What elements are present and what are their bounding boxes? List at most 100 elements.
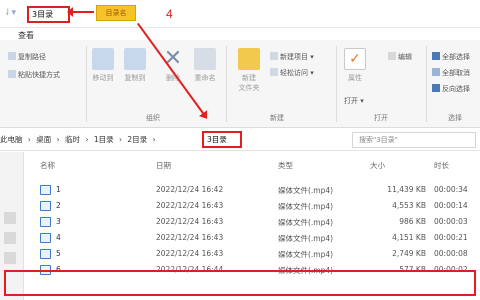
breadcrumb-separator: › <box>56 135 60 144</box>
file-type: 媒体文件(.mp4) <box>278 234 334 243</box>
annotation-callout: 目录名 <box>96 5 136 21</box>
nav-item-icon[interactable] <box>4 252 16 264</box>
copy-path-button[interactable]: 复制路径 <box>8 52 46 62</box>
nav-item-icon[interactable] <box>4 232 16 244</box>
move-to-icon <box>92 48 114 70</box>
group-label-organize: 组织 <box>146 114 160 122</box>
column-header-size[interactable]: 大小 <box>370 160 385 171</box>
new-item-icon <box>270 52 278 60</box>
column-header-date[interactable]: 日期 <box>156 160 171 171</box>
invert-selection-icon <box>432 84 440 92</box>
file-name: 5 <box>56 249 61 258</box>
file-duration: 00:00:21 <box>434 233 468 242</box>
quick-access-icon[interactable]: ⇃▾ <box>4 8 16 18</box>
breadcrumb-separator: › <box>152 135 156 144</box>
ribbon: 复制路径 粘贴快捷方式 移动到 复制到 ✕ 删除 重命名 组织 新建 文件夹 新… <box>0 40 480 128</box>
file-name: 2 <box>56 201 61 210</box>
column-header-name[interactable]: 名称 <box>40 160 55 171</box>
column-header-type[interactable]: 类型 <box>278 160 293 171</box>
group-label-select: 选择 <box>448 114 462 122</box>
rename-button[interactable]: 重命名 <box>190 48 220 83</box>
table-row[interactable]: 3 2022/12/24 16:43 媒体文件(.mp4) 986 KB 00:… <box>26 216 480 228</box>
file-date: 2022/12/24 16:43 <box>156 233 224 242</box>
select-none-button[interactable]: 全部取消 <box>432 68 470 78</box>
select-all-button[interactable]: 全部选择 <box>432 52 470 62</box>
file-size: 11,439 KB <box>387 185 426 194</box>
address-bar[interactable]: 此电脑 › 桌面 › 临时 › 1目录 › 2目录 › 3目录 搜索"3目录" <box>0 129 480 151</box>
column-header-duration[interactable]: 时长 <box>434 160 449 171</box>
breadcrumb-item[interactable]: 1目录 <box>94 135 114 144</box>
file-date: 2022/12/24 16:42 <box>156 185 224 194</box>
file-date: 2022/12/24 16:43 <box>156 201 224 210</box>
video-file-icon <box>40 201 51 211</box>
invert-selection-button[interactable]: 反向选择 <box>432 84 470 94</box>
file-name: 1 <box>56 185 61 194</box>
video-file-icon <box>40 249 51 259</box>
table-row[interactable]: 5 2022/12/24 16:43 媒体文件(.mp4) 2,749 KB 0… <box>26 248 480 260</box>
delete-button[interactable]: ✕ 删除 <box>158 48 188 83</box>
breadcrumb-item[interactable]: 桌面 <box>36 135 51 144</box>
select-none-icon <box>432 68 440 76</box>
title-bar: ⇃▾ 3目录 目录名 4 <box>0 0 480 28</box>
group-label-new: 新建 <box>270 114 284 122</box>
ribbon-divider <box>336 46 337 122</box>
video-file-icon <box>40 217 51 227</box>
file-duration: 00:00:14 <box>434 201 468 210</box>
breadcrumb-separator: › <box>119 135 123 144</box>
easy-access-icon <box>270 68 278 76</box>
table-row[interactable]: 1 2022/12/24 16:42 媒体文件(.mp4) 11,439 KB … <box>26 184 480 196</box>
copy-to-icon <box>124 48 146 70</box>
folder-icon <box>238 48 260 70</box>
search-input[interactable]: 搜索"3目录" <box>352 132 476 148</box>
new-folder-button[interactable]: 新建 文件夹 <box>232 48 266 93</box>
video-file-icon <box>40 233 51 243</box>
properties-button[interactable]: ✓ 属性 <box>340 48 370 83</box>
file-size: 2,749 KB <box>392 249 426 258</box>
breadcrumb-item[interactable]: 2目录 <box>127 135 147 144</box>
ribbon-divider <box>86 46 87 122</box>
breadcrumb-current[interactable]: 3目录 <box>202 131 242 148</box>
table-row[interactable]: 4 2022/12/24 16:43 媒体文件(.mp4) 4,151 KB 0… <box>26 232 480 244</box>
group-label-open: 打开 <box>374 114 388 122</box>
file-type: 媒体文件(.mp4) <box>278 202 334 211</box>
annotation-step-number: 4 <box>166 7 173 21</box>
video-file-icon <box>40 185 51 195</box>
file-duration: 00:00:08 <box>434 249 468 258</box>
annotation-arrow-left <box>67 7 94 17</box>
easy-access-button[interactable]: 轻松访问 ▾ <box>270 68 314 78</box>
open-button[interactable]: 打开 ▾ <box>344 96 364 106</box>
file-date: 2022/12/24 16:43 <box>156 249 224 258</box>
file-duration: 00:00:34 <box>434 185 468 194</box>
breadcrumb-item[interactable]: 临时 <box>65 135 80 144</box>
paste-shortcut-icon <box>8 70 16 78</box>
ribbon-divider <box>226 46 227 122</box>
edit-button[interactable]: 编辑 <box>388 52 412 62</box>
select-all-icon <box>432 52 440 60</box>
edit-icon <box>388 52 396 60</box>
copy-to-button[interactable]: 复制到 <box>120 48 150 83</box>
file-type: 媒体文件(.mp4) <box>278 186 334 195</box>
ribbon-divider <box>426 46 427 122</box>
copy-path-icon <box>8 52 16 60</box>
file-type: 媒体文件(.mp4) <box>278 218 334 227</box>
breadcrumb-separator: › <box>27 135 31 144</box>
file-type: 媒体文件(.mp4) <box>278 250 334 259</box>
file-date: 2022/12/24 16:43 <box>156 217 224 226</box>
breadcrumb: 此电脑 › 桌面 › 临时 › 1目录 › 2目录 › <box>0 134 159 145</box>
file-size: 4,553 KB <box>392 201 426 210</box>
file-size: 4,151 KB <box>392 233 426 242</box>
window-title: 3目录 <box>27 6 70 23</box>
rename-icon <box>194 48 216 70</box>
file-duration: 00:00:03 <box>434 217 468 226</box>
move-to-button[interactable]: 移动到 <box>88 48 118 83</box>
new-item-button[interactable]: 新建项目 ▾ <box>270 52 314 62</box>
breadcrumb-separator: › <box>85 135 89 144</box>
file-name: 4 <box>56 233 61 242</box>
paste-shortcut-button[interactable]: 粘贴快捷方式 <box>8 70 60 80</box>
breadcrumb-item[interactable]: 此电脑 <box>0 135 23 144</box>
file-name: 3 <box>56 217 61 226</box>
annotation-highlight-box <box>4 270 476 296</box>
nav-item-icon[interactable] <box>4 212 16 224</box>
table-row[interactable]: 2 2022/12/24 16:43 媒体文件(.mp4) 4,553 KB 0… <box>26 200 480 212</box>
properties-icon: ✓ <box>344 48 366 70</box>
